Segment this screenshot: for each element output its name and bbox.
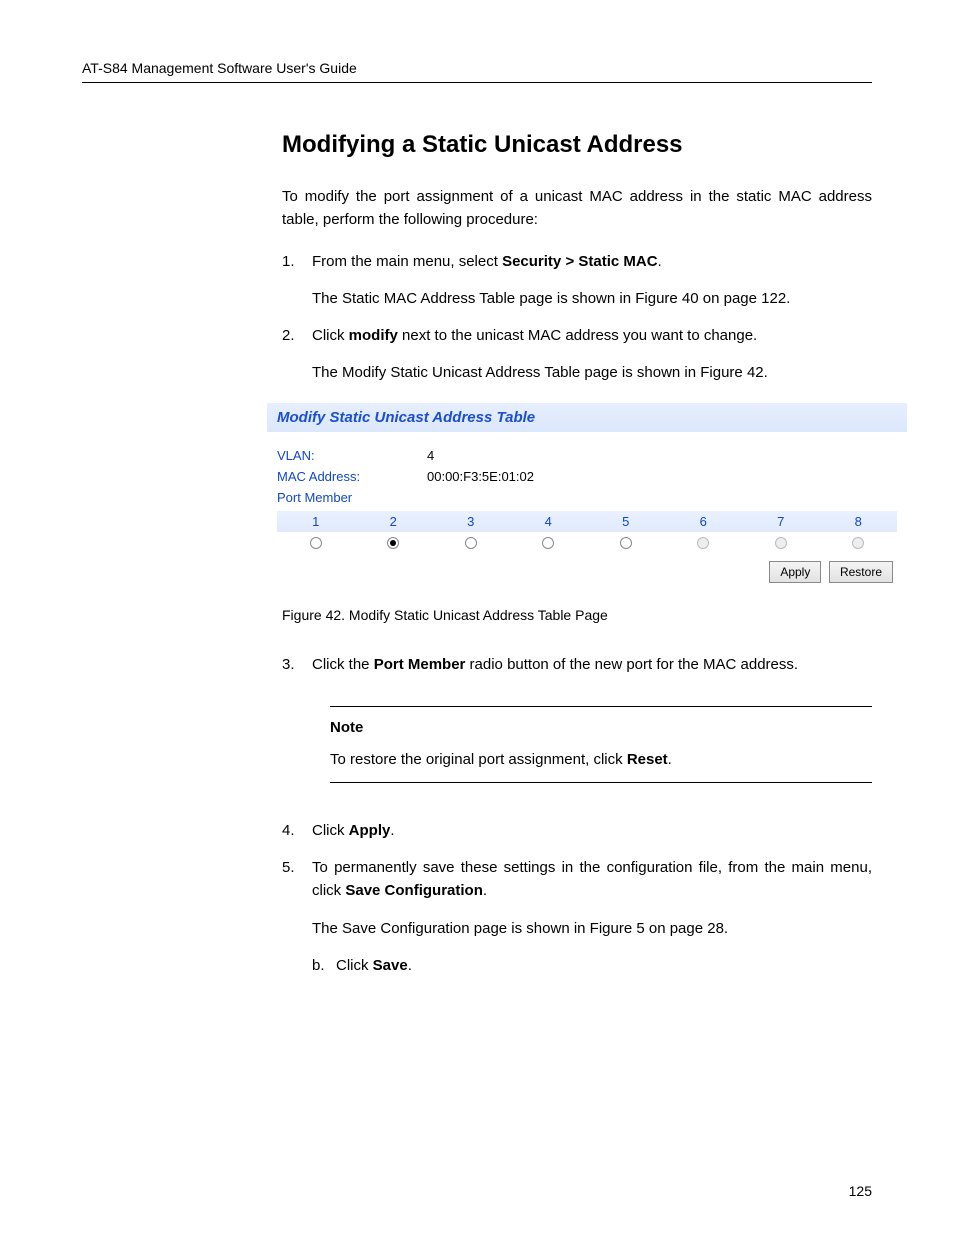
save-ref: The Save Configuration page is shown in … <box>312 920 728 937</box>
port-col-1: 1 <box>277 511 355 532</box>
step3-text-prefix: Click the <box>312 656 374 673</box>
step-ref: The Modify Static Unicast Address Table … <box>312 364 768 381</box>
port-radio-row <box>277 532 897 553</box>
port-col-8: 8 <box>820 511 898 532</box>
step4-bold: Apply <box>349 822 391 839</box>
substep-text-prefix: Click <box>336 957 373 974</box>
step-number: 3. <box>282 653 300 676</box>
restore-button[interactable]: Restore <box>829 561 893 583</box>
mac-label: MAC Address: <box>277 469 427 484</box>
apply-button[interactable]: Apply <box>769 561 821 583</box>
step-text: From the main menu, select <box>312 253 502 270</box>
step-2: 2. Click modify next to the unicast MAC … <box>282 324 872 385</box>
substep-text-suffix: . <box>408 957 412 974</box>
step4-text-suffix: . <box>390 822 394 839</box>
radio-port-1[interactable] <box>310 537 322 549</box>
note-text-row: To restore the original port assignment,… <box>330 749 872 772</box>
step-number: 2. <box>282 324 300 385</box>
step3-bold: Port Member <box>374 656 466 673</box>
figure-caption: Figure 42. Modify Static Unicast Address… <box>282 607 872 623</box>
step-1: 1. From the main menu, select Security >… <box>282 250 872 311</box>
substep-bold: Save <box>373 957 408 974</box>
step-5: 5. To permanently save these settings in… <box>282 856 872 940</box>
mac-value: 00:00:F3:5E:01:02 <box>427 469 534 484</box>
port-col-7: 7 <box>742 511 820 532</box>
vlan-value: 4 <box>427 448 434 463</box>
figure-42: Modify Static Unicast Address Table VLAN… <box>267 403 907 587</box>
note-text-prefix: To restore the original port assignment,… <box>330 751 627 768</box>
port-header-row: 1 2 3 4 5 6 7 8 <box>277 511 897 532</box>
step-3: 3. Click the Port Member radio button of… <box>282 653 872 676</box>
radio-port-6 <box>697 537 709 549</box>
step-ref: The Static MAC Address Table page is sho… <box>312 290 790 307</box>
page-number: 125 <box>849 1183 872 1199</box>
port-col-4: 4 <box>510 511 588 532</box>
note-rule-top <box>330 706 872 707</box>
step-number: 1. <box>282 250 300 311</box>
intro-text: To modify the port assignment of a unica… <box>282 185 872 232</box>
step5-after: . <box>483 882 487 899</box>
step3-text-suffix: radio button of the new port for the MAC… <box>465 656 798 673</box>
section-title: Modifying a Static Unicast Address <box>282 131 872 159</box>
port-col-6: 6 <box>665 511 743 532</box>
step5-bold: Save Configuration <box>345 882 483 899</box>
step-4: 4. Click Apply. <box>282 819 872 842</box>
port-col-5: 5 <box>587 511 665 532</box>
vlan-label: VLAN: <box>277 448 427 463</box>
menu-path: Security > Static MAC <box>502 253 657 270</box>
substep-bullet: b. <box>312 954 326 977</box>
step-number: 5. <box>282 856 300 940</box>
note-bold: Reset <box>627 751 668 768</box>
radio-port-8 <box>852 537 864 549</box>
radio-port-5[interactable] <box>620 537 632 549</box>
panel-title: Modify Static Unicast Address Table <box>267 403 907 432</box>
radio-port-7 <box>775 537 787 549</box>
note-block: Note <box>330 717 872 740</box>
note-text-suffix: . <box>668 751 672 768</box>
radio-port-2[interactable] <box>387 537 399 549</box>
port-member-label: Port Member <box>277 490 427 505</box>
radio-port-3[interactable] <box>465 537 477 549</box>
step-number: 4. <box>282 819 300 842</box>
modify-word: modify <box>349 327 398 344</box>
radio-port-4[interactable] <box>542 537 554 549</box>
note-rule-bottom <box>330 782 872 783</box>
step4-text-prefix: Click <box>312 822 349 839</box>
note-label: Note <box>330 717 380 740</box>
step-text: Click <box>312 327 349 344</box>
port-col-3: 3 <box>432 511 510 532</box>
port-col-2: 2 <box>355 511 433 532</box>
substep-b: b. Click Save. <box>312 954 872 977</box>
header-left: AT-S84 Management Software User's Guide <box>82 60 357 76</box>
